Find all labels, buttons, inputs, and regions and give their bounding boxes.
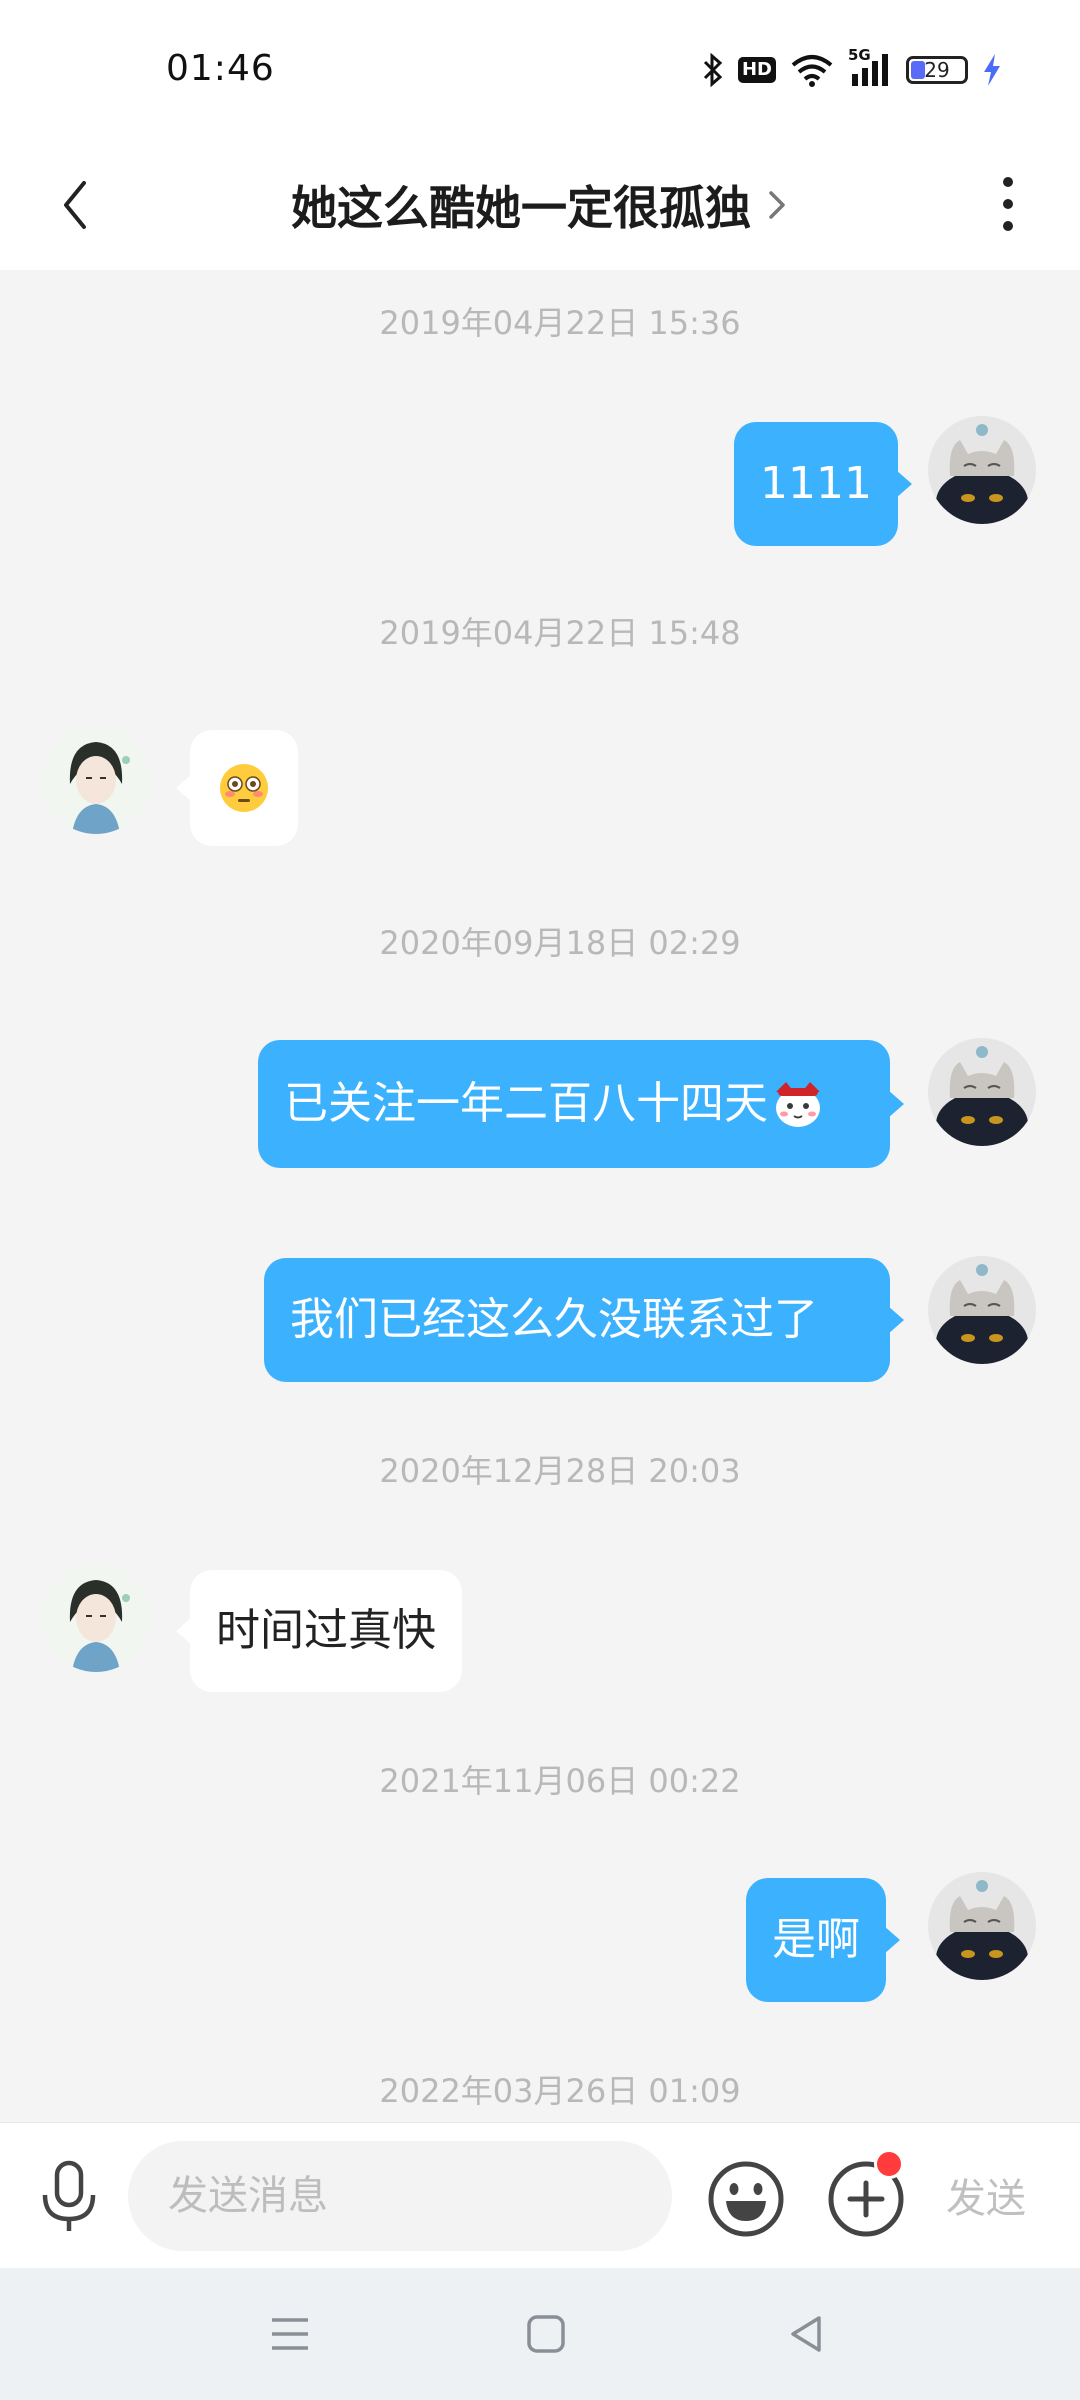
cat-avatar-icon xyxy=(928,1038,1036,1146)
recent-apps-button[interactable] xyxy=(254,2298,326,2370)
message-text: 时间过真快 xyxy=(216,1605,436,1656)
message-text: 我们已经这么久没联系过了 xyxy=(290,1294,818,1345)
chat-title-button[interactable]: 她这么酷她一定很孤独 xyxy=(0,140,1080,270)
cat-avatar-icon xyxy=(928,416,1036,524)
home-square-icon xyxy=(527,2315,565,2353)
microphone-icon xyxy=(42,2160,96,2231)
status-icons: HD 5G 29 xyxy=(702,46,1002,90)
cat-avatar-icon xyxy=(928,1256,1036,1364)
send-button[interactable]: 发送 xyxy=(946,2165,1026,2225)
girl-avatar-icon xyxy=(42,726,150,834)
message-text: 已关注一年二百八十四天 xyxy=(284,1078,768,1129)
message-timestamp: 2019年04月22日 15:36 xyxy=(379,304,741,342)
my-message-bubble[interactable]: 我们已经这么久没联系过了 xyxy=(264,1258,904,1382)
bluetooth-icon xyxy=(702,53,724,87)
back-triangle-icon xyxy=(791,2316,821,2352)
chevron-right-icon xyxy=(765,185,789,225)
battery-fill xyxy=(911,61,925,79)
my-message-bubble[interactable]: 是啊 xyxy=(746,1878,900,2002)
message-text: 1111 xyxy=(760,458,872,509)
my-avatar[interactable] xyxy=(928,1872,1036,1980)
cellular-signal-icon: 5G xyxy=(848,46,892,88)
my-avatar[interactable] xyxy=(928,1038,1036,1146)
contact-avatar[interactable] xyxy=(42,726,150,834)
message-text: 是啊 xyxy=(772,1914,860,1965)
system-navigation-bar xyxy=(0,2268,1080,2400)
charging-bolt-icon xyxy=(982,53,1002,87)
message-timestamp: 2020年12月28日 20:03 xyxy=(379,1452,741,1490)
network-type-label: 5G xyxy=(848,46,871,64)
my-message-bubble[interactable]: 已关注一年二百八十四天 xyxy=(258,1040,904,1168)
battery-level: 29 xyxy=(924,58,950,82)
message-composer: 发送 xyxy=(0,2122,1080,2268)
chat-title: 她这么酷她一定很孤独 xyxy=(291,181,751,235)
cat-avatar-icon xyxy=(928,1872,1036,1980)
system-back-button[interactable] xyxy=(770,2298,842,2370)
emoji-button[interactable] xyxy=(706,2159,786,2239)
contact-message-bubble[interactable] xyxy=(176,730,298,846)
message-timestamp: 2021年11月06日 00:22 xyxy=(379,1762,741,1800)
home-button[interactable] xyxy=(510,2298,582,2370)
message-timestamp: 2022年03月26日 01:09 xyxy=(379,2072,741,2110)
chat-messages[interactable]: 2019年04月22日 15:36 1111 2019年04月22日 15:48 xyxy=(0,270,1080,2122)
message-timestamp: 2020年09月18日 02:29 xyxy=(379,924,741,962)
my-avatar[interactable] xyxy=(928,1256,1036,1364)
battery-indicator: 29 xyxy=(906,56,968,84)
flushed-face-emoji xyxy=(220,764,268,812)
contact-avatar[interactable] xyxy=(42,1564,150,1672)
hd-badge: HD xyxy=(737,57,776,83)
my-message-bubble[interactable]: 1111 xyxy=(734,422,912,546)
voice-input-button[interactable] xyxy=(36,2157,102,2237)
status-bar: 01:46 HD 5G 29 xyxy=(0,0,1080,140)
menu-icon xyxy=(272,2318,308,2350)
smiley-icon xyxy=(708,2161,784,2237)
status-time: 01:46 xyxy=(166,48,275,89)
my-avatar[interactable] xyxy=(928,416,1036,524)
message-input[interactable] xyxy=(128,2141,672,2251)
message-timestamp: 2019年04月22日 15:48 xyxy=(379,614,741,652)
more-options-button[interactable] xyxy=(988,164,1028,244)
wifi-icon xyxy=(790,53,834,87)
chat-header: 她这么酷她一定很孤独 xyxy=(0,140,1080,270)
cartoon-face-sticker xyxy=(776,1082,820,1127)
contact-message-bubble[interactable]: 时间过真快 xyxy=(176,1570,462,1692)
girl-avatar-icon xyxy=(42,1564,150,1672)
more-vertical-icon xyxy=(1003,177,1013,187)
notification-dot xyxy=(874,2149,904,2179)
